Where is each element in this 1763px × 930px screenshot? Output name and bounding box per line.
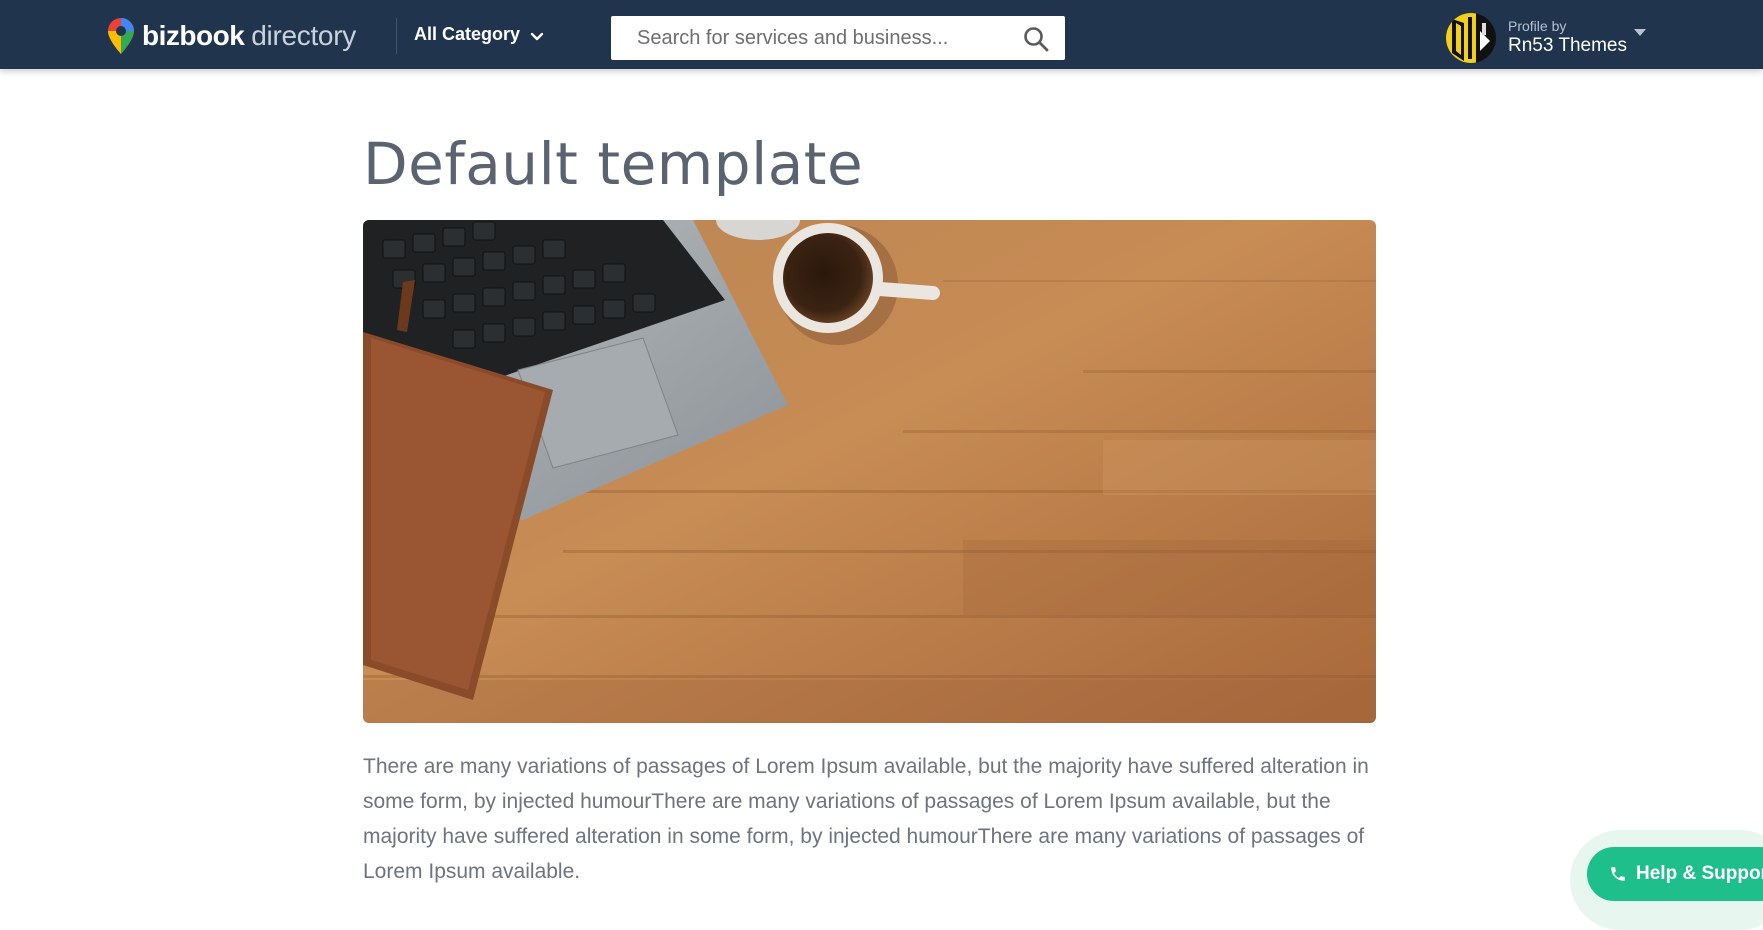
all-category-dropdown[interactable]: All Category xyxy=(414,24,544,45)
body-paragraph: There are many variations of passages of… xyxy=(363,755,1369,883)
page-title: Default template xyxy=(363,130,864,198)
avatar-image xyxy=(1446,13,1496,63)
logo-text-bold: bizbook xyxy=(142,20,245,51)
avatar xyxy=(1446,13,1496,63)
logo-text-light: directory xyxy=(251,20,356,51)
help-support-label: Help & Support xyxy=(1636,863,1763,884)
profile-menu[interactable]: Profile by Rn53 Themes xyxy=(1446,13,1646,63)
hero-image xyxy=(363,220,1376,723)
search-input[interactable] xyxy=(637,18,1027,58)
caret-down-icon xyxy=(1634,29,1646,36)
profile-text: Profile by Rn53 Themes xyxy=(1508,18,1627,58)
chevron-down-icon xyxy=(530,32,544,40)
header-divider xyxy=(396,18,397,54)
phone-icon xyxy=(1611,867,1625,881)
map-pin-logo-icon xyxy=(108,18,134,54)
hero-image-art xyxy=(363,220,1376,723)
profile-name: Rn53 Themes xyxy=(1508,35,1627,56)
top-navbar: bizbook directory All Category Search fo… xyxy=(0,0,1763,69)
search-box xyxy=(611,16,1065,60)
search-icon[interactable] xyxy=(1023,26,1049,52)
site-logo[interactable]: bizbook directory xyxy=(108,18,356,54)
help-support-button[interactable]: Help & Support xyxy=(1587,847,1763,901)
all-category-label: All Category xyxy=(414,24,521,44)
profile-by-label: Profile by xyxy=(1508,18,1567,34)
